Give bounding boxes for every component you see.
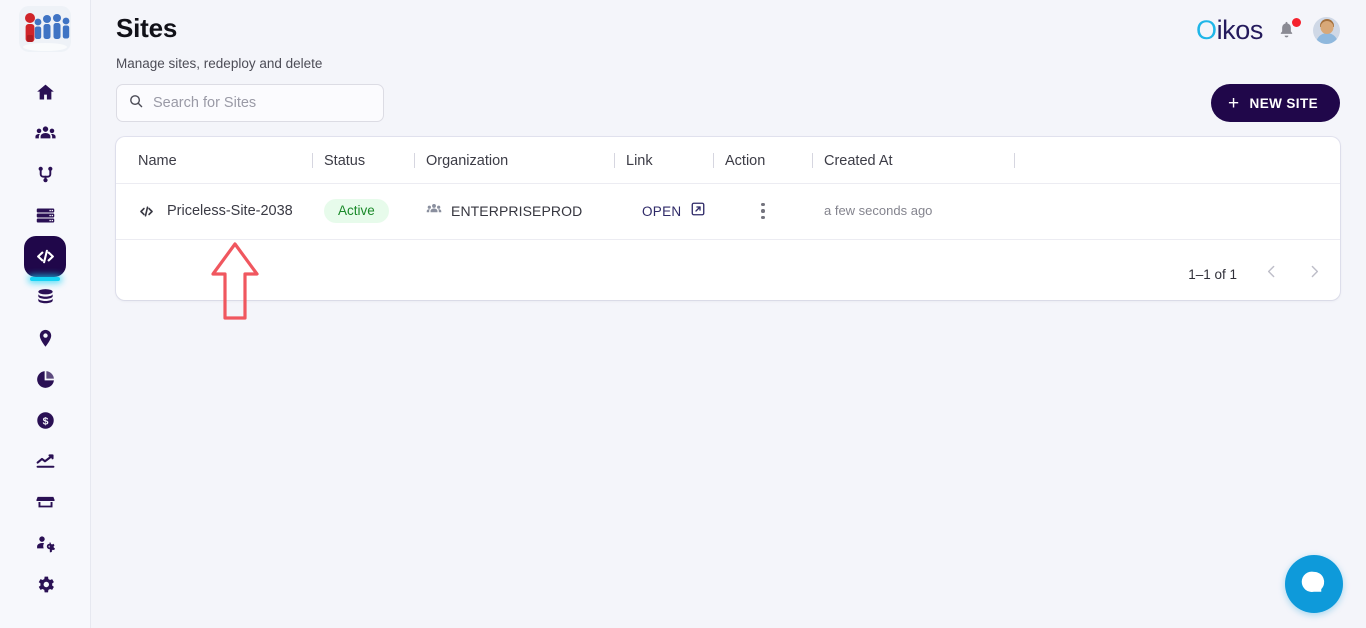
cell-name: Priceless-Site-2038: [116, 184, 324, 240]
server-icon: [35, 205, 56, 226]
table-row[interactable]: Priceless-Site-2038 Active ENTERPRI: [116, 184, 1340, 240]
kebab-dot: [761, 203, 765, 207]
sidebar-item-databases[interactable]: [22, 277, 68, 318]
top-right-controls: Oikos: [1196, 12, 1340, 46]
users-cog-icon: [35, 533, 56, 554]
external-link-icon: [690, 201, 706, 221]
new-site-label: NEW SITE: [1250, 96, 1318, 111]
sidebar-item-billing[interactable]: $: [22, 400, 68, 441]
table-header-row: Name Status Organization Link Action Cre…: [116, 137, 1340, 184]
table-head: Name Status Organization Link Action Cre…: [116, 137, 1340, 184]
notification-badge: [1292, 18, 1301, 27]
column-header-action[interactable]: Action: [725, 137, 824, 184]
chevron-left-icon: [1263, 263, 1280, 285]
sidebar-item-analytics[interactable]: [22, 359, 68, 400]
status-badge: Active: [324, 199, 389, 223]
pagination-next-button[interactable]: [1306, 263, 1323, 285]
row-actions-menu-button[interactable]: [725, 203, 765, 220]
svg-text:$: $: [42, 416, 48, 428]
search-icon: [128, 93, 144, 114]
sidebar-item-pipelines[interactable]: [22, 154, 68, 195]
company-logo[interactable]: [19, 6, 71, 52]
brand-first-letter: O: [1196, 15, 1217, 45]
plus-icon: +: [1228, 94, 1240, 113]
sidebar-item-sites[interactable]: [24, 236, 66, 277]
cell-action: [725, 184, 824, 240]
cell-created-at: a few seconds ago: [824, 184, 1026, 240]
home-icon: [35, 82, 56, 103]
top-bar: Sites Oikos: [116, 0, 1340, 46]
site-code-icon: [138, 203, 155, 220]
sites-table: Name Status Organization Link Action Cre…: [116, 137, 1340, 240]
column-header-organization[interactable]: Organization: [426, 137, 626, 184]
sidebar: $: [0, 0, 91, 628]
search-box[interactable]: [116, 84, 384, 122]
column-header-status[interactable]: Status: [324, 137, 426, 184]
sites-table-card: Name Status Organization Link Action Cre…: [116, 137, 1340, 300]
new-site-button[interactable]: + NEW SITE: [1211, 84, 1340, 122]
column-header-name[interactable]: Name: [116, 137, 324, 184]
sidebar-item-settings[interactable]: [22, 564, 68, 605]
kebab-dot: [761, 209, 765, 213]
pagination-range: 1–1 of 1: [1188, 267, 1237, 282]
chat-support-button[interactable]: [1285, 555, 1343, 613]
database-icon: [35, 287, 56, 308]
column-header-link[interactable]: Link: [626, 137, 725, 184]
column-header-created-at[interactable]: Created At: [824, 137, 1026, 184]
page-title: Sites: [116, 12, 177, 44]
sidebar-item-locations[interactable]: [22, 318, 68, 359]
brand-logo-text: Oikos: [1196, 15, 1263, 46]
avatar[interactable]: [1313, 17, 1340, 44]
created-at-value: a few seconds ago: [824, 203, 932, 218]
kebab-dot: [761, 216, 765, 220]
table-body: Priceless-Site-2038 Active ENTERPRI: [116, 184, 1340, 240]
chat-bubble-icon: [1301, 569, 1327, 600]
organization-icon: [426, 201, 442, 221]
code-icon: [35, 246, 56, 267]
sidebar-item-reports[interactable]: [22, 441, 68, 482]
site-name: Priceless-Site-2038: [167, 203, 293, 219]
pagination: 1–1 of 1: [1188, 248, 1323, 300]
store-icon: [35, 492, 56, 513]
column-header-extra: [1026, 137, 1340, 184]
map-pin-icon: [35, 328, 56, 349]
cell-status: Active: [324, 184, 426, 240]
sidebar-item-user-settings[interactable]: [22, 523, 68, 564]
dollar-icon: $: [35, 410, 56, 431]
line-chart-icon: [35, 451, 56, 472]
sidebar-item-marketplace[interactable]: [22, 482, 68, 523]
pagination-prev-button[interactable]: [1263, 263, 1280, 285]
main-content: Sites Oikos Manage sites, redeploy and d…: [91, 0, 1366, 628]
cell-link: OPEN: [626, 184, 725, 240]
sidebar-item-teams[interactable]: [22, 113, 68, 154]
open-link-label: OPEN: [642, 204, 681, 219]
people-icon: [35, 123, 56, 144]
cell-extra: [1026, 184, 1340, 240]
gear-icon: [35, 574, 56, 595]
sidebar-nav: $: [0, 72, 90, 605]
sidebar-item-home[interactable]: [22, 72, 68, 113]
notifications-button[interactable]: [1277, 19, 1299, 43]
search-input[interactable]: [153, 95, 372, 111]
pie-chart-icon: [35, 369, 56, 390]
app-root: $: [0, 0, 1366, 628]
organization-name: ENTERPRISEPROD: [451, 203, 582, 219]
sidebar-item-servers[interactable]: [22, 195, 68, 236]
brand-rest: ikos: [1217, 15, 1263, 45]
branch-icon: [35, 164, 56, 185]
cell-organization: ENTERPRISEPROD: [426, 184, 626, 240]
chevron-right-icon: [1306, 263, 1323, 285]
page-subtitle: Manage sites, redeploy and delete: [116, 56, 1340, 71]
toolbar: + NEW SITE: [116, 84, 1340, 122]
open-link[interactable]: OPEN: [626, 201, 725, 221]
